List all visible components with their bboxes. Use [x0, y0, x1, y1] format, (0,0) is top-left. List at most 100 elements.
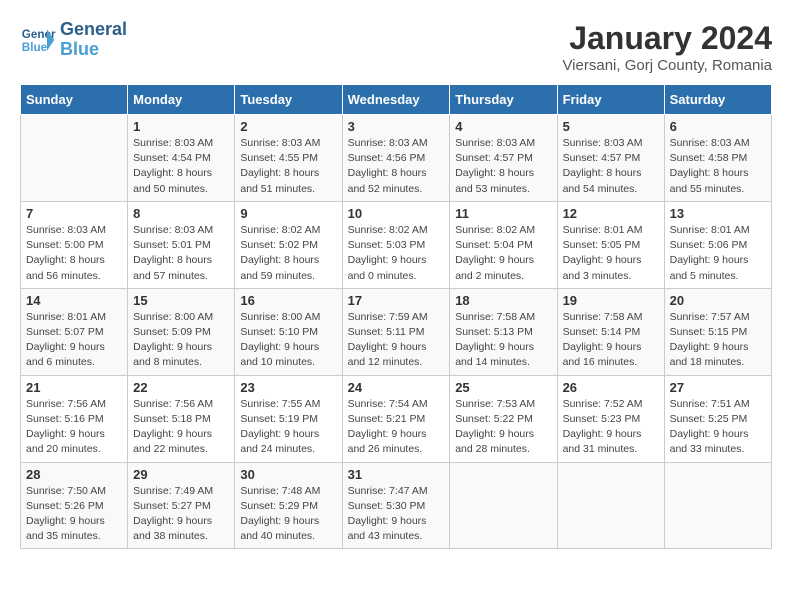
logo-icon: General Blue [20, 22, 56, 58]
logo: General Blue General Blue [20, 20, 127, 60]
calendar-cell: 28Sunrise: 7:50 AMSunset: 5:26 PMDayligh… [21, 462, 128, 549]
day-info: Sunrise: 8:02 AMSunset: 5:02 PMDaylight:… [240, 223, 336, 284]
day-number: 31 [348, 467, 445, 482]
day-number: 27 [670, 380, 766, 395]
day-number: 8 [133, 206, 229, 221]
column-header-saturday: Saturday [664, 85, 771, 115]
day-number: 26 [563, 380, 659, 395]
calendar-week-row: 28Sunrise: 7:50 AMSunset: 5:26 PMDayligh… [21, 462, 772, 549]
calendar-cell [557, 462, 664, 549]
day-number: 15 [133, 293, 229, 308]
calendar-cell: 27Sunrise: 7:51 AMSunset: 5:25 PMDayligh… [664, 375, 771, 462]
day-info: Sunrise: 8:03 AMSunset: 4:54 PMDaylight:… [133, 136, 229, 197]
calendar-cell: 8Sunrise: 8:03 AMSunset: 5:01 PMDaylight… [128, 201, 235, 288]
calendar-cell [21, 115, 128, 202]
calendar-cell: 5 Sunrise: 8:03 AMSunset: 4:57 PMDaylight… [557, 115, 664, 202]
calendar-cell: 3 Sunrise: 8:03 AMSunset: 4:56 PMDaylight… [342, 115, 450, 202]
day-number: 1 [133, 119, 229, 134]
day-number: 30 [240, 467, 336, 482]
day-info: Sunrise: 8:03 AMSunset: 4:57 PMDaylight:… [563, 136, 659, 197]
calendar-cell: 9Sunrise: 8:02 AMSunset: 5:02 PMDaylight… [235, 201, 342, 288]
day-info: Sunrise: 7:56 AMSunset: 5:16 PMDaylight:… [26, 397, 122, 458]
logo-text-line2: Blue [60, 40, 127, 60]
calendar-cell: 21Sunrise: 7:56 AMSunset: 5:16 PMDayligh… [21, 375, 128, 462]
day-info: Sunrise: 7:52 AMSunset: 5:23 PMDaylight:… [563, 397, 659, 458]
day-info: Sunrise: 7:58 AMSunset: 5:13 PMDaylight:… [455, 310, 551, 371]
day-info: Sunrise: 8:01 AMSunset: 5:05 PMDaylight:… [563, 223, 659, 284]
calendar-cell: 20 Sunrise: 7:57 AMSunset: 5:15 PMDayligh… [664, 288, 771, 375]
calendar-cell: 14Sunrise: 8:01 AMSunset: 5:07 PMDayligh… [21, 288, 128, 375]
day-number: 22 [133, 380, 229, 395]
day-number: 16 [240, 293, 336, 308]
day-number: 11 [455, 206, 551, 221]
day-info: Sunrise: 8:03 AMSunset: 4:58 PMDaylight:… [670, 136, 766, 197]
day-number: 17 [348, 293, 445, 308]
calendar-week-row: 7Sunrise: 8:03 AMSunset: 5:00 PMDaylight… [21, 201, 772, 288]
day-number: 4 [455, 119, 551, 134]
day-info: Sunrise: 8:03 AMSunset: 4:55 PMDaylight:… [240, 136, 336, 197]
day-number: 5 [563, 119, 659, 134]
day-info: Sunrise: 7:48 AMSunset: 5:29 PMDaylight:… [240, 484, 336, 545]
calendar-cell: 11 Sunrise: 8:02 AMSunset: 5:04 PMDayligh… [450, 201, 557, 288]
calendar-cell: 4Sunrise: 8:03 AMSunset: 4:57 PMDaylight… [450, 115, 557, 202]
day-number: 29 [133, 467, 229, 482]
day-info: Sunrise: 7:59 AMSunset: 5:11 PMDaylight:… [348, 310, 445, 371]
calendar-cell: 2 Sunrise: 8:03 AMSunset: 4:55 PMDaylight… [235, 115, 342, 202]
day-number: 19 [563, 293, 659, 308]
day-number: 20 [670, 293, 766, 308]
day-number: 23 [240, 380, 336, 395]
day-info: Sunrise: 7:56 AMSunset: 5:18 PMDaylight:… [133, 397, 229, 458]
column-header-monday: Monday [128, 85, 235, 115]
day-number: 14 [26, 293, 122, 308]
day-number: 24 [348, 380, 445, 395]
day-number: 2 [240, 119, 336, 134]
calendar-cell: 1 Sunrise: 8:03 AMSunset: 4:54 PMDaylight… [128, 115, 235, 202]
calendar-cell: 26 Sunrise: 7:52 AMSunset: 5:23 PMDayligh… [557, 375, 664, 462]
day-info: Sunrise: 7:53 AMSunset: 5:22 PMDaylight:… [455, 397, 551, 458]
day-info: Sunrise: 7:58 AMSunset: 5:14 PMDaylight:… [563, 310, 659, 371]
calendar-cell: 17 Sunrise: 7:59 AMSunset: 5:11 PMDayligh… [342, 288, 450, 375]
calendar-cell: 30 Sunrise: 7:48 AMSunset: 5:29 PMDayligh… [235, 462, 342, 549]
calendar-week-row: 1 Sunrise: 8:03 AMSunset: 4:54 PMDaylight… [21, 115, 772, 202]
day-number: 3 [348, 119, 445, 134]
day-number: 6 [670, 119, 766, 134]
day-number: 25 [455, 380, 551, 395]
calendar-cell: 6 Sunrise: 8:03 AMSunset: 4:58 PMDaylight… [664, 115, 771, 202]
calendar-cell [450, 462, 557, 549]
column-header-wednesday: Wednesday [342, 85, 450, 115]
calendar-cell: 15 Sunrise: 8:00 AMSunset: 5:09 PMDayligh… [128, 288, 235, 375]
calendar-cell: 29Sunrise: 7:49 AMSunset: 5:27 PMDayligh… [128, 462, 235, 549]
calendar-cell: 12 Sunrise: 8:01 AMSunset: 5:05 PMDayligh… [557, 201, 664, 288]
column-header-sunday: Sunday [21, 85, 128, 115]
column-header-thursday: Thursday [450, 85, 557, 115]
day-info: Sunrise: 8:03 AMSunset: 5:00 PMDaylight:… [26, 223, 122, 284]
calendar-week-row: 21Sunrise: 7:56 AMSunset: 5:16 PMDayligh… [21, 375, 772, 462]
column-header-friday: Friday [557, 85, 664, 115]
day-info: Sunrise: 8:02 AMSunset: 5:04 PMDaylight:… [455, 223, 551, 284]
day-info: Sunrise: 7:50 AMSunset: 5:26 PMDaylight:… [26, 484, 122, 545]
day-number: 10 [348, 206, 445, 221]
calendar-cell: 22 Sunrise: 7:56 AMSunset: 5:18 PMDayligh… [128, 375, 235, 462]
day-number: 12 [563, 206, 659, 221]
day-info: Sunrise: 7:55 AMSunset: 5:19 PMDaylight:… [240, 397, 336, 458]
day-number: 18 [455, 293, 551, 308]
calendar-cell: 16 Sunrise: 8:00 AMSunset: 5:10 PMDayligh… [235, 288, 342, 375]
column-header-tuesday: Tuesday [235, 85, 342, 115]
calendar-table: SundayMondayTuesdayWednesdayThursdayFrid… [20, 84, 772, 549]
day-info: Sunrise: 7:47 AMSunset: 5:30 PMDaylight:… [348, 484, 445, 545]
calendar-cell [664, 462, 771, 549]
location-subtitle: Viersani, Gorj County, Romania [562, 57, 772, 74]
day-info: Sunrise: 8:00 AMSunset: 5:10 PMDaylight:… [240, 310, 336, 371]
calendar-cell: 18 Sunrise: 7:58 AMSunset: 5:13 PMDayligh… [450, 288, 557, 375]
day-info: Sunrise: 8:02 AMSunset: 5:03 PMDaylight:… [348, 223, 445, 284]
day-info: Sunrise: 8:01 AMSunset: 5:06 PMDaylight:… [670, 223, 766, 284]
calendar-cell: 13 Sunrise: 8:01 AMSunset: 5:06 PMDayligh… [664, 201, 771, 288]
day-number: 13 [670, 206, 766, 221]
calendar-header-row: SundayMondayTuesdayWednesdayThursdayFrid… [21, 85, 772, 115]
day-info: Sunrise: 8:00 AMSunset: 5:09 PMDaylight:… [133, 310, 229, 371]
day-info: Sunrise: 8:03 AMSunset: 4:56 PMDaylight:… [348, 136, 445, 197]
month-title: January 2024 [562, 20, 772, 57]
day-info: Sunrise: 7:57 AMSunset: 5:15 PMDaylight:… [670, 310, 766, 371]
title-block: January 2024 Viersani, Gorj County, Roma… [562, 20, 772, 74]
calendar-week-row: 14Sunrise: 8:01 AMSunset: 5:07 PMDayligh… [21, 288, 772, 375]
